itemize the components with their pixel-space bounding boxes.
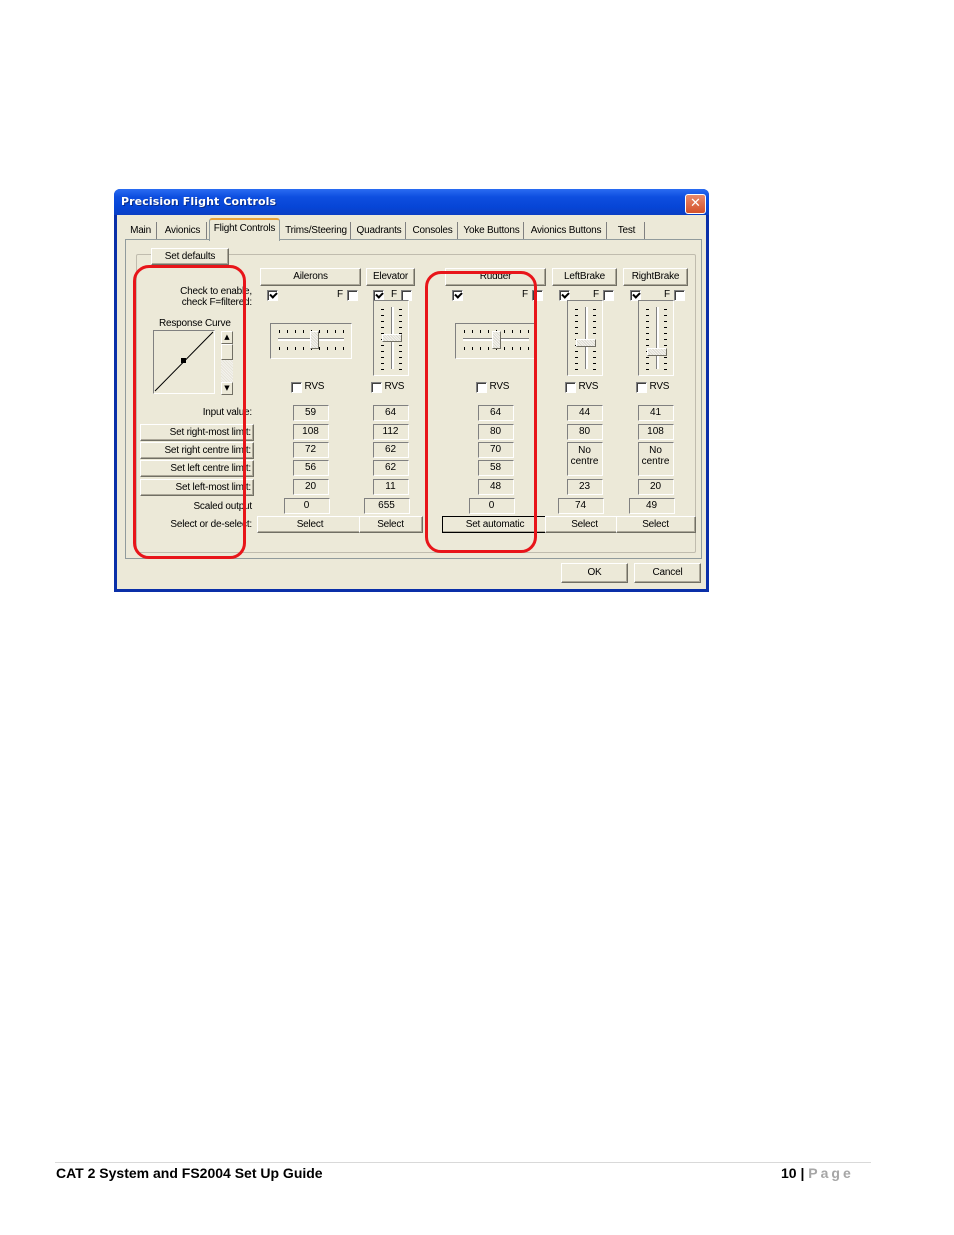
axis-slider[interactable] bbox=[566, 300, 603, 376]
tab-avionics-buttons[interactable]: Avionics Buttons bbox=[526, 222, 607, 239]
tab-yoke-buttons[interactable]: Yoke Buttons bbox=[460, 222, 524, 239]
footer-divider bbox=[55, 1162, 871, 1163]
rvs-label: RVS bbox=[649, 381, 670, 392]
right-centre-limit-field: 62 bbox=[372, 442, 409, 458]
right-most-limit-field: 108 bbox=[637, 424, 674, 440]
axis-slider[interactable] bbox=[269, 323, 352, 359]
ok-button[interactable]: OK bbox=[561, 563, 628, 583]
select-button[interactable]: Select bbox=[358, 516, 423, 533]
no-centre-text-1: No bbox=[578, 445, 591, 456]
close-icon[interactable]: ✕ bbox=[685, 194, 706, 214]
rvs-checkbox[interactable] bbox=[370, 382, 382, 393]
select-button[interactable]: Select bbox=[615, 516, 696, 533]
left-most-limit-field: 11 bbox=[372, 479, 409, 495]
axis-slider[interactable] bbox=[637, 300, 674, 376]
rvs-label: RVS bbox=[578, 381, 599, 392]
axis-header-leftbrake[interactable]: LeftBrake bbox=[552, 268, 617, 286]
set-defaults-button[interactable]: Set defaults bbox=[151, 248, 229, 265]
no-centre-text-2: centre bbox=[570, 456, 599, 467]
rvs-checkbox[interactable] bbox=[290, 382, 302, 393]
input-value-field: 44 bbox=[566, 405, 603, 421]
left-most-limit-field: 20 bbox=[292, 479, 329, 495]
scaled-output-field: 0 bbox=[283, 498, 330, 514]
annotation-ring-labels bbox=[133, 265, 246, 559]
scaled-output-field: 655 bbox=[363, 498, 410, 514]
page-separator: | bbox=[796, 1165, 809, 1181]
annotation-ring-rudder bbox=[425, 271, 537, 553]
filtered-checkbox[interactable] bbox=[603, 290, 614, 301]
no-centre-field: No centre bbox=[637, 442, 674, 476]
select-button[interactable]: Select bbox=[544, 516, 625, 533]
footer-page-number: 10 | Page bbox=[781, 1165, 854, 1181]
right-centre-limit-field: 72 bbox=[292, 442, 329, 458]
slider-thumb[interactable] bbox=[381, 334, 402, 342]
right-most-limit-field: 80 bbox=[566, 424, 603, 440]
tab-trims-steering[interactable]: Trims/Steering bbox=[282, 222, 351, 239]
filtered-label: F bbox=[664, 289, 670, 300]
axis-column-rightbrake: RightBrake F RVS 41 108 No centre 20 49 Select bbox=[615, 240, 696, 550]
axis-slider[interactable] bbox=[372, 300, 409, 376]
right-most-limit-field: 112 bbox=[372, 424, 409, 440]
filtered-label: F bbox=[337, 289, 343, 300]
axis-header-ailerons[interactable]: Ailerons bbox=[260, 268, 361, 286]
dialog-title: Precision Flight Controls bbox=[121, 195, 277, 208]
page-word: Page bbox=[808, 1165, 854, 1181]
rvs-label: RVS bbox=[304, 381, 325, 392]
axis-header-rightbrake[interactable]: RightBrake bbox=[623, 268, 688, 286]
select-button[interactable]: Select bbox=[257, 516, 363, 533]
slider-thumb[interactable] bbox=[309, 331, 319, 349]
tab-quadrants[interactable]: Quadrants bbox=[353, 222, 406, 239]
left-most-limit-field: 20 bbox=[637, 479, 674, 495]
title-bar[interactable]: Precision Flight Controls ✕ bbox=[114, 189, 709, 215]
tab-main[interactable]: Main bbox=[125, 222, 157, 239]
slider-thumb[interactable] bbox=[575, 339, 596, 348]
filtered-checkbox[interactable] bbox=[347, 290, 358, 301]
left-most-limit-field: 23 bbox=[566, 479, 603, 495]
filtered-label: F bbox=[593, 289, 599, 300]
no-centre-field: No centre bbox=[566, 442, 603, 476]
scaled-output-field: 49 bbox=[628, 498, 675, 514]
footer-document-title: CAT 2 System and FS2004 Set Up Guide bbox=[56, 1165, 323, 1181]
left-centre-limit-field: 62 bbox=[372, 460, 409, 476]
axis-column-elevator: Elevator F RVS 64 112 62 62 11 655 Select bbox=[358, 240, 423, 550]
filtered-checkbox[interactable] bbox=[674, 290, 685, 301]
left-centre-limit-field: 56 bbox=[292, 460, 329, 476]
axis-column-ailerons: Ailerons F RVS 59 108 72 56 20 0 Select bbox=[257, 240, 363, 550]
enable-checkbox[interactable] bbox=[267, 290, 278, 301]
rvs-label: RVS bbox=[384, 381, 405, 392]
filtered-label: F bbox=[391, 289, 397, 300]
tab-flight-controls[interactable]: Flight Controls bbox=[209, 218, 280, 241]
input-value-field: 64 bbox=[372, 405, 409, 421]
rvs-checkbox[interactable] bbox=[635, 382, 647, 393]
rvs-checkbox[interactable] bbox=[564, 382, 576, 393]
slider-thumb[interactable] bbox=[646, 347, 667, 356]
page-number: 10 bbox=[781, 1165, 797, 1181]
no-centre-text-2: centre bbox=[641, 456, 670, 467]
tab-test[interactable]: Test bbox=[609, 222, 645, 239]
right-most-limit-field: 108 bbox=[292, 424, 329, 440]
input-value-field: 59 bbox=[292, 405, 329, 421]
axis-header-elevator[interactable]: Elevator bbox=[366, 268, 415, 286]
input-value-field: 41 bbox=[637, 405, 674, 421]
axis-column-leftbrake: LeftBrake F RVS 44 80 No centre 23 74 Select bbox=[544, 240, 625, 550]
tab-avionics[interactable]: Avionics bbox=[159, 222, 207, 239]
no-centre-text-1: No bbox=[649, 445, 662, 456]
tab-consoles[interactable]: Consoles bbox=[408, 222, 458, 239]
scaled-output-field: 74 bbox=[557, 498, 604, 514]
cancel-button[interactable]: Cancel bbox=[634, 563, 701, 583]
